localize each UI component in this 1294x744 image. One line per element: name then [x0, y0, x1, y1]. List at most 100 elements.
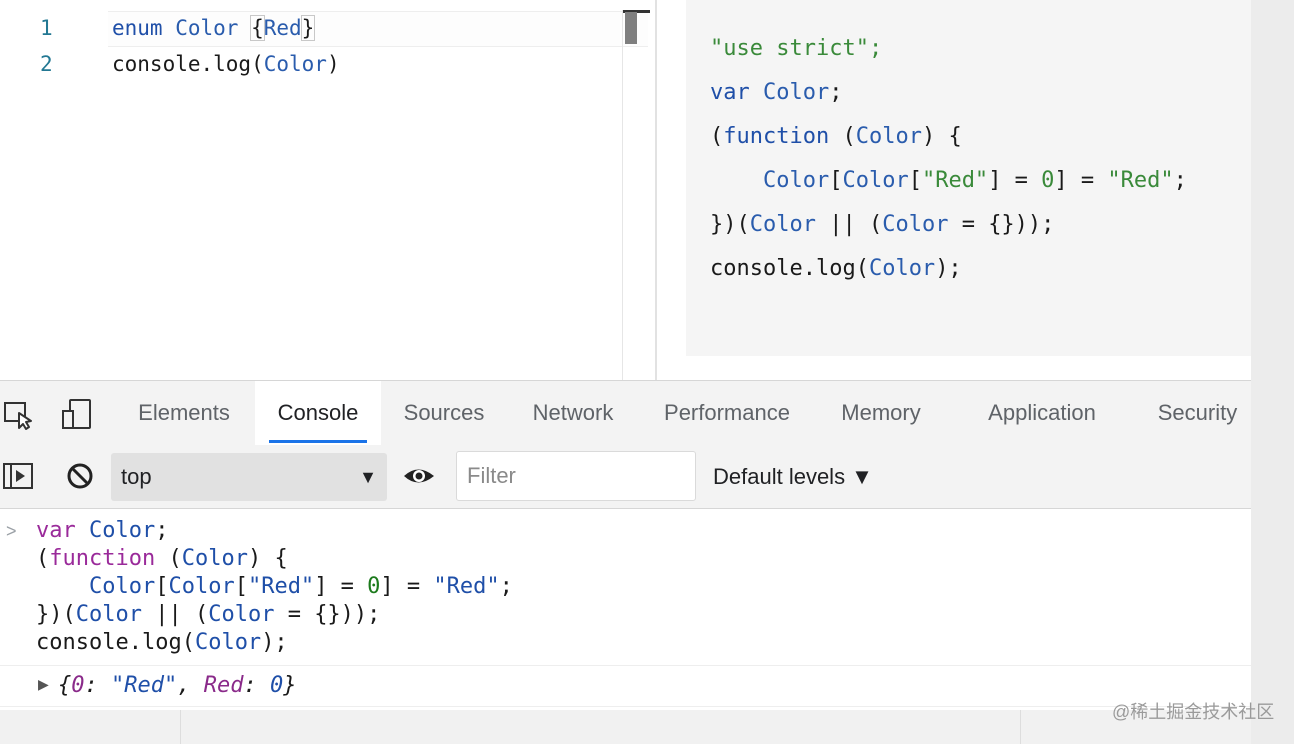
code-token: 0: [71, 673, 85, 698]
code-token: (: [155, 546, 182, 571]
code-token: );: [261, 630, 288, 655]
console-code-line: (function (Color) {: [36, 545, 288, 573]
code-token: "Red": [921, 168, 989, 193]
code-token: ;: [829, 80, 843, 105]
tab-label: Application: [988, 400, 1096, 425]
code-token: Color: [749, 212, 816, 237]
code-token: ] =: [1054, 168, 1108, 193]
editor-line[interactable]: 2 console.log(Color): [0, 47, 650, 81]
expand-triangle-icon[interactable]: ▶: [38, 676, 49, 693]
eye-icon[interactable]: [402, 460, 436, 494]
scrollbar-thumb[interactable]: [625, 12, 637, 44]
code-token: [: [908, 168, 922, 193]
code-token: ,: [177, 673, 204, 698]
console-code-line: console.log(Color);: [36, 629, 288, 657]
tab-memory[interactable]: Memory: [822, 381, 940, 445]
code-token: "Red": [111, 673, 178, 698]
code-token: = {}));: [948, 212, 1055, 237]
code-token: Color: [855, 124, 922, 149]
output-code-line: console.log(Color);: [710, 254, 962, 284]
code-token: Color: [263, 52, 327, 76]
code-token: console.log(: [112, 52, 264, 76]
device-toolbar-icon[interactable]: [60, 397, 94, 431]
code-token: function: [49, 546, 156, 571]
output-code-line: "use strict";: [710, 34, 882, 64]
tab-security[interactable]: Security: [1144, 381, 1251, 445]
code-token: || (: [815, 212, 883, 237]
code-token: Color: [75, 602, 142, 627]
console-toolbar: top ▼ Default levels ▼: [0, 445, 1251, 509]
tab-sources[interactable]: Sources: [386, 381, 502, 445]
divider: [1020, 710, 1021, 744]
code-token: }: [283, 673, 297, 698]
output-code-line: var Color;: [710, 78, 842, 108]
context-selector[interactable]: top ▼: [111, 453, 387, 501]
code-token: 0: [367, 574, 381, 599]
console-output-entry[interactable]: ▶ {0: "Red", Red: 0}: [0, 666, 1251, 707]
tab-application[interactable]: Application: [968, 381, 1116, 445]
code-token: = {}));: [274, 602, 381, 627]
code-token: ) {: [921, 124, 962, 149]
code-token: ): [326, 52, 340, 76]
editor-scrollbar[interactable]: [622, 10, 651, 380]
code-token: Color: [762, 168, 830, 193]
code-token: ] =: [988, 168, 1042, 193]
code-token: Color: [88, 574, 156, 599]
watermark: @稀土掘金技术社区: [1112, 702, 1275, 722]
log-levels-dropdown[interactable]: Default levels ▼: [713, 445, 873, 508]
code-text[interactable]: console.log(Color): [112, 47, 340, 81]
output-code-line: Color[Color["Red"] = 0] = "Red";: [710, 166, 1187, 196]
tab-label: Elements: [138, 400, 230, 425]
tab-elements[interactable]: Elements: [120, 381, 248, 445]
output-code-line: })(Color || (Color = {}));: [710, 210, 1054, 240]
tab-label: Performance: [664, 400, 790, 425]
code-token: || (: [141, 602, 209, 627]
code-token: Red: [203, 673, 244, 698]
code-token: Color: [88, 518, 156, 543]
code-token: Color: [181, 546, 248, 571]
sidebar-toggle-icon[interactable]: [2, 460, 36, 494]
code-token: "Red": [433, 574, 500, 599]
code-token: {: [58, 673, 72, 698]
code-token: );: [935, 256, 962, 281]
code-token: ] =: [380, 574, 434, 599]
tab-label: Security: [1157, 400, 1238, 425]
editor-line[interactable]: 1 enum Color {Red}: [0, 11, 650, 47]
tab-performance[interactable]: Performance: [644, 381, 810, 445]
filter-input[interactable]: [456, 451, 696, 501]
console-code-line: var Color;: [36, 517, 168, 545]
code-token: [: [155, 574, 169, 599]
line-number: 1: [40, 16, 53, 40]
code-token: Color: [762, 80, 830, 105]
tab-console[interactable]: Console: [255, 381, 381, 445]
code-token: ) {: [247, 546, 288, 571]
tab-network[interactable]: Network: [514, 381, 632, 445]
console-messages: > var Color; (function (Color) { Color[Co…: [0, 509, 1251, 709]
code-token: 0: [1041, 168, 1055, 193]
code-token: "Red": [1107, 168, 1174, 193]
editor-pane[interactable]: 1 enum Color {Red} 2 console.log(Color): [0, 0, 655, 380]
logged-object[interactable]: {0: "Red", Red: 0}: [58, 670, 296, 702]
clear-console-icon[interactable]: [64, 460, 98, 494]
code-token: (: [710, 124, 724, 149]
code-token: Red: [263, 16, 302, 40]
code-token: ] =: [314, 574, 368, 599]
code-token: (: [36, 546, 50, 571]
tab-label: Network: [532, 400, 614, 425]
code-token: console.log(: [710, 256, 869, 281]
compiled-output-pane: "use strict"; var Color; (function (Color)…: [686, 0, 1251, 356]
code-text[interactable]: enum Color {Red}: [112, 11, 316, 45]
code-token: 0: [269, 673, 284, 698]
code-token: })(: [36, 602, 76, 627]
bottom-drawer: [0, 710, 1251, 744]
output-code-line: (function (Color) {: [710, 122, 962, 152]
code-token: ;: [1173, 168, 1187, 193]
pane-divider[interactable]: [655, 0, 657, 380]
inspect-element-icon[interactable]: [2, 397, 36, 431]
window-gutter: [1251, 0, 1294, 744]
chevron-down-icon: ▼: [359, 467, 377, 487]
code-token: }: [300, 15, 316, 41]
code-token: :: [243, 673, 270, 698]
code-token: Color: [842, 168, 909, 193]
